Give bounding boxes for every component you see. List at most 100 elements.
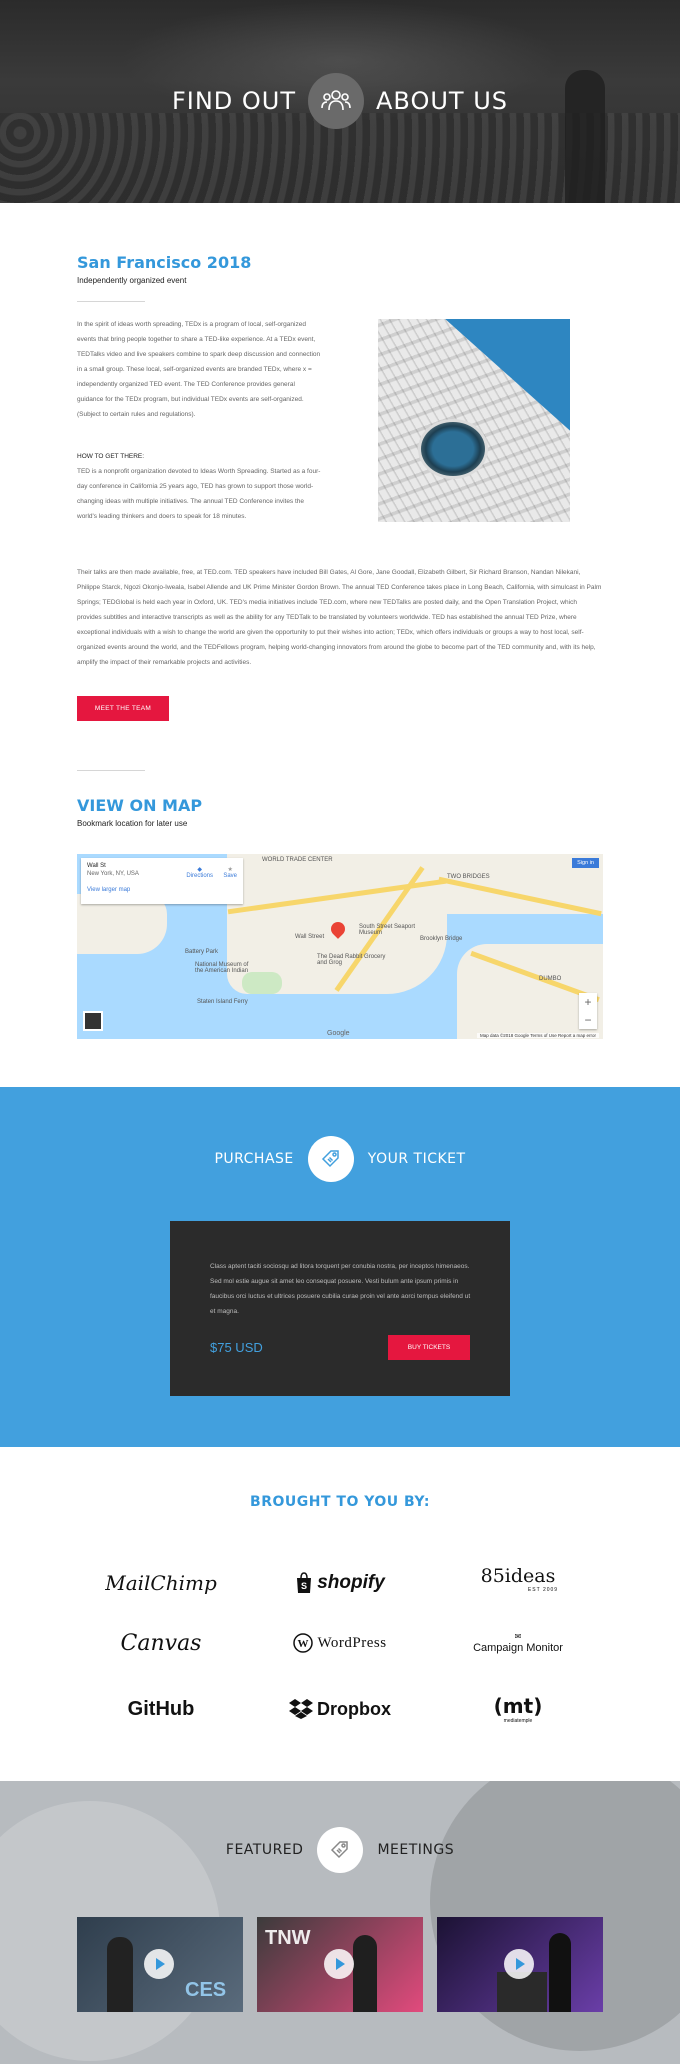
google-map[interactable]: WORLD TRADE CENTER TWO BRIDGES DUMBO Wal… [77,854,603,1039]
map-zoom-control[interactable]: + − [579,993,597,1029]
wordpress-logo-text: WordPress [317,1634,387,1651]
map-label: South Street Seaport Museum [359,924,416,936]
map-divider [77,770,145,771]
purchase-title-left: PURCHASE [214,1151,294,1167]
speaker-figure [107,1937,133,2012]
zoom-in-button[interactable]: + [579,993,597,1011]
hero-title-left: FIND OUT [171,87,297,115]
star-icon: ★ [227,867,233,873]
map-label: TWO BRIDGES [447,874,490,880]
github-logo[interactable]: GitHub [101,1693,221,1725]
map-park-battery [242,972,282,994]
mediatemple-mark: (mt) [493,1694,543,1718]
purchase-title: PURCHASE YOUR TICKET [0,1136,680,1182]
about-title: San Francisco 2018 [77,253,252,272]
how-text: TED is a nonprofit organization devoted … [77,468,321,520]
building-facade [378,319,570,522]
dropbox-icon [289,1699,313,1719]
hero-title: FIND OUT ABOUT US [0,73,680,129]
play-icon[interactable] [504,1949,534,1979]
purchase-section: PURCHASE YOUR TICKET Class aptent taciti… [0,1087,680,1447]
canvas-logo-text: Canvas [120,1630,202,1656]
how-to-get-there: HOW TO GET THERE: TED is a nonprofit org… [77,449,323,524]
people-group-icon [308,73,365,129]
map-label: Brooklyn Bridge [420,936,463,942]
campaign-monitor-logo[interactable]: ✉ Campaign Monitor [458,1627,578,1659]
building-window [418,419,488,479]
map-info-card: Wall St New York, NY, USA View larger ma… [81,858,243,904]
ticket-tag-icon [317,1827,364,1873]
featured-video-1[interactable]: CES [77,1917,243,2012]
campaign-monitor-icon: ✉ [514,1632,522,1641]
svg-text:W: W [298,1638,309,1650]
buy-tickets-button[interactable]: BUY TICKETS [388,1335,470,1360]
hero-title-right: ABOUT US [376,87,509,115]
featured-title-left: FEATURED [225,1842,304,1858]
about-intro-text: In the spirit of ideas worth spreading, … [77,321,321,418]
meet-the-team-button[interactable]: MEET THE TEAM [77,696,169,721]
85ideas-est: EST 2009 [527,1587,559,1593]
map-signin-button[interactable]: Sign in [572,858,599,868]
map-label: WORLD TRADE CENTER [262,857,333,863]
zoom-out-button[interactable]: − [579,1011,597,1029]
sponsors-title: BROUGHT TO YOU BY: [250,1494,430,1510]
play-icon[interactable] [144,1949,174,1979]
purchase-title-right: YOUR TICKET [367,1151,466,1167]
map-title: VIEW ON MAP [77,796,203,815]
save-label: Save [223,873,237,879]
map-satellite-toggle[interactable] [83,1011,103,1031]
canvas-logo[interactable]: Canvas [101,1627,221,1659]
how-heading: HOW TO GET THERE: [77,453,145,460]
featured-video-3[interactable] [437,1917,603,2012]
view-larger-map-link[interactable]: View larger map [87,887,237,893]
shopify-bag-icon: S [297,1572,312,1593]
map-card-title: Wall St [87,863,106,869]
mediatemple-logo[interactable]: (mt) mediatemple [458,1693,578,1725]
featured-title-right: MEETINGS [377,1842,455,1858]
directions-label: Directions [186,873,213,879]
github-logo-text: GitHub [127,1697,195,1720]
video-tag: CES [185,1979,227,2001]
directions-button[interactable]: ◆ Directions [186,866,213,879]
directions-icon: ◆ [197,867,202,873]
about-divider [77,301,145,302]
map-label: National Museum of the American Indian [195,962,249,974]
speaker-figure [353,1935,377,2012]
85ideas-logo-text: 85ideas [480,1565,556,1587]
map-label: The Dead Rabbit Grocery and Grog [317,954,386,966]
dropbox-logo[interactable]: Dropbox [280,1693,400,1725]
save-button[interactable]: ★ Save [223,866,237,879]
play-icon[interactable] [324,1949,354,1979]
85ideas-logo[interactable]: 85ideas EST 2009 [458,1563,578,1595]
building-photo [378,319,570,522]
ticket-tag-icon [307,1136,354,1182]
wordpress-icon: W [293,1633,314,1653]
shopify-logo-text: shopify [317,1572,385,1593]
speaker-figure [549,1933,571,2012]
campaign-monitor-logo-text: Campaign Monitor [473,1642,563,1654]
about-long-text: Their talks are then made available, fre… [77,569,602,666]
map-label: Wall Street [295,934,325,940]
mailchimp-logo-text: MailChimp [105,1571,217,1595]
svg-text:S: S [301,1581,307,1591]
ticket-price: $75 USD [210,1340,263,1355]
featured-section: FEATURED MEETINGS CES TNW [0,1781,680,2064]
wordpress-logo[interactable]: W WordPress [280,1627,400,1659]
map-label: Battery Park [185,949,219,955]
featured-title: FEATURED MEETINGS [0,1827,680,1873]
map-subtitle: Bookmark location for later use [77,819,188,828]
map-label: Staten Island Ferry [197,999,248,1005]
map-footer: Map data ©2018 Google Terms of Use Repor… [476,1033,599,1038]
about-subtitle: Independently organized event [77,276,187,285]
mediatemple-logo-text: mediatemple [503,1718,533,1724]
video-tag: TNW [265,1927,311,1949]
mailchimp-logo[interactable]: MailChimp [101,1567,221,1599]
map-card-address: New York, NY, USA [87,871,139,877]
google-logo: Google [327,1030,350,1037]
map-label: DUMBO [539,976,562,982]
ticket-description: Class aptent taciti sociosqu ad litora t… [210,1263,471,1315]
featured-video-2[interactable]: TNW [257,1917,423,2012]
dropbox-logo-text: Dropbox [317,1698,391,1719]
shopify-logo[interactable]: S shopify [280,1567,400,1599]
ticket-box: Class aptent taciti sociosqu ad litora t… [170,1221,510,1396]
